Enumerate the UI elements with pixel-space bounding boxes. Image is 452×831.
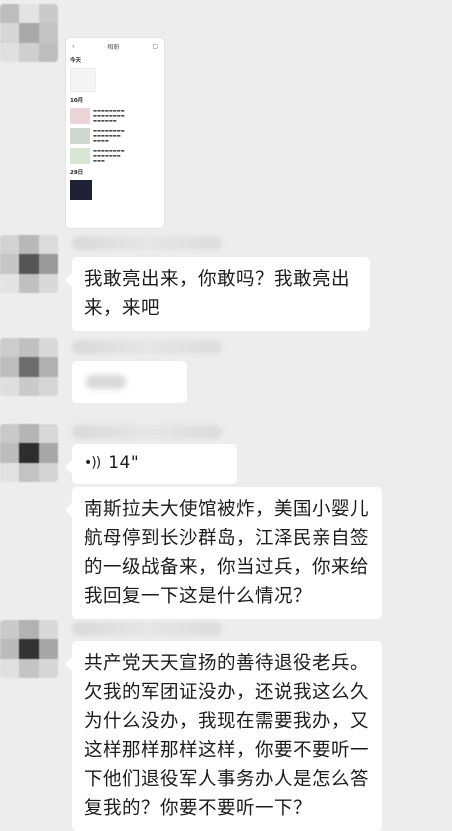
image-thumbnail bbox=[70, 128, 90, 144]
sender-name-blurred bbox=[72, 340, 222, 354]
voice-message: •)) 14" bbox=[84, 449, 225, 478]
message-bubble[interactable]: 南斯拉夫大使馆被炸，美国小婴儿航母停到长沙群岛，江泽民亲自签的一级战备来，你当过… bbox=[65, 487, 382, 619]
message-text: 我敢亮出来，你敢吗？我敢亮出来，来吧 bbox=[84, 269, 351, 319]
sender-name-blurred bbox=[72, 622, 222, 636]
image-text-lines: ▬▬▬▬▬▬▬▬ ▬▬▬▬▬▬▬ ▬▬▬ bbox=[93, 148, 125, 163]
voice-message-bubble[interactable]: •)) 14" bbox=[65, 444, 237, 484]
image-topbar: ‹ 相册 ▢ bbox=[66, 38, 164, 54]
sender-name-blurred bbox=[72, 425, 222, 439]
back-icon: ‹ bbox=[72, 42, 75, 50]
image-text-lines: ▬▬▬▬▬▬▬▬ ▬▬▬▬▬▬▬▬ ▬▬▬▬▬▬ bbox=[93, 108, 125, 123]
image-title: 相册 bbox=[107, 43, 120, 51]
image-row: ▬▬▬▬▬▬▬▬ ▬▬▬▬▬▬▬ ▬▬▬▬ bbox=[66, 126, 164, 146]
sender-avatar[interactable] bbox=[0, 424, 58, 482]
more-icon: ▢ bbox=[152, 42, 158, 50]
message-bubble[interactable]: 共产党天天宣扬的善待退役老兵。欠我的军团证没办，还说我这么久为什么没办，我现在需… bbox=[65, 641, 382, 831]
image-label-today: 今天 bbox=[70, 58, 82, 64]
image-row: ▬▬▬▬▬▬▬▬ ▬▬▬▬▬▬▬ ▬▬▬ bbox=[66, 146, 164, 166]
image-thumbnail bbox=[70, 68, 96, 92]
sender-avatar[interactable] bbox=[0, 620, 58, 678]
message-text: 南斯拉夫大使馆被炸，美国小婴儿航母停到长沙群岛，江泽民亲自签的一级战备来，你当过… bbox=[84, 499, 370, 607]
image-text-lines: ▬▬▬▬▬▬▬▬ ▬▬▬▬▬▬▬ ▬▬▬▬ bbox=[93, 128, 125, 143]
image-label-day: 29日 bbox=[70, 170, 84, 176]
image-thumbnail bbox=[70, 180, 92, 200]
message-bubble-blurred[interactable] bbox=[72, 361, 187, 403]
image-row bbox=[66, 66, 164, 94]
sender-avatar[interactable] bbox=[0, 235, 58, 293]
image-row: ▬▬▬▬▬▬▬▬ ▬▬▬▬▬▬▬▬ ▬▬▬▬▬▬ bbox=[66, 106, 164, 126]
message-bubble[interactable]: 我敢亮出来，你敢吗？我敢亮出来，来吧 bbox=[65, 257, 370, 331]
image-label-month: 10月 bbox=[70, 98, 84, 104]
image-thumbnail bbox=[70, 148, 90, 164]
sender-avatar[interactable] bbox=[0, 4, 58, 62]
voice-duration: 14" bbox=[108, 453, 140, 473]
message-text: 共产党天天宣扬的善待退役老兵。欠我的军团证没办，还说我这么久为什么没办，我现在需… bbox=[84, 653, 370, 819]
sender-name-blurred bbox=[72, 236, 222, 250]
image-thumbnail bbox=[70, 108, 90, 124]
voice-wave-icon: •)) bbox=[84, 455, 101, 471]
image-message-screenshot[interactable]: ‹ 相册 ▢ 今天 10月 ▬▬▬▬▬▬▬▬ ▬▬▬▬▬▬▬▬ ▬▬▬▬▬▬ ▬▬▬… bbox=[66, 38, 164, 228]
sender-avatar[interactable] bbox=[0, 338, 58, 396]
blurred-content bbox=[86, 375, 126, 389]
image-row bbox=[66, 178, 164, 202]
